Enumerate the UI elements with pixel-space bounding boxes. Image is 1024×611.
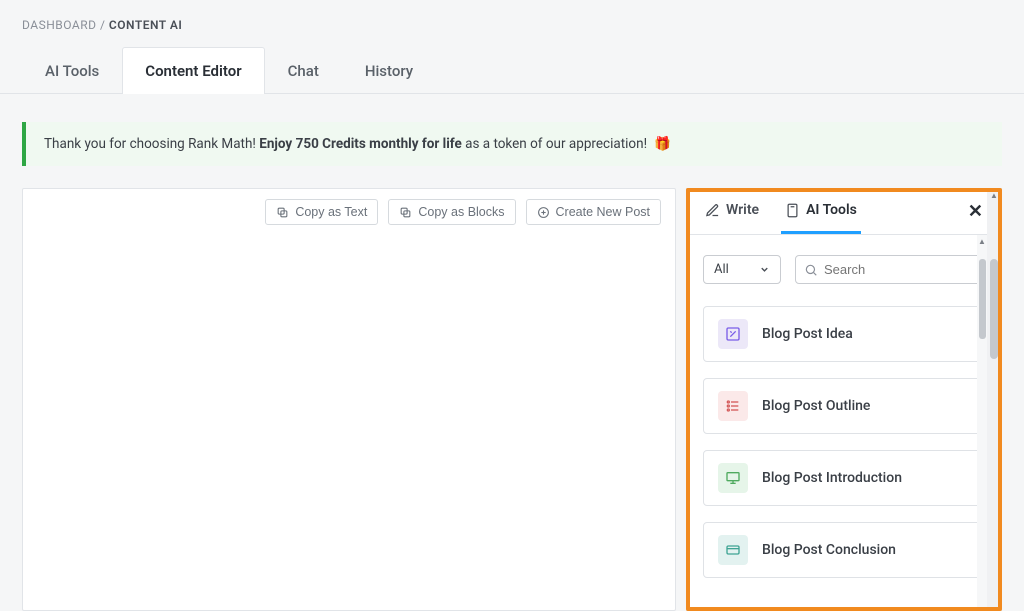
chevron-down-icon bbox=[759, 264, 770, 275]
outer-scrollbar[interactable]: ▲ bbox=[987, 189, 1001, 610]
create-new-post-button[interactable]: Create New Post bbox=[526, 199, 661, 225]
copy-as-blocks-button[interactable]: Copy as Blocks bbox=[388, 199, 515, 225]
tool-blog-post-outline[interactable]: Blog Post Outline bbox=[703, 378, 985, 434]
inner-scroll-thumb[interactable] bbox=[979, 259, 986, 339]
gift-icon: 🎁 bbox=[654, 136, 671, 152]
plus-circle-icon bbox=[537, 206, 550, 219]
side-tabs: Write AI Tools ✕ bbox=[687, 189, 1001, 235]
tab-content-editor[interactable]: Content Editor bbox=[122, 47, 264, 94]
copy-as-text-label: Copy as Text bbox=[295, 205, 367, 219]
copy-as-blocks-label: Copy as Blocks bbox=[418, 205, 504, 219]
breadcrumb-root[interactable]: DASHBOARD bbox=[22, 18, 96, 32]
ai-tools-icon bbox=[785, 203, 800, 218]
breadcrumb: DASHBOARD / CONTENT AI bbox=[22, 18, 1002, 32]
close-icon[interactable]: ✕ bbox=[964, 201, 987, 222]
breadcrumb-current: CONTENT AI bbox=[109, 18, 182, 32]
side-tab-ai-tools[interactable]: AI Tools bbox=[781, 189, 861, 234]
inner-scrollbar[interactable]: ▲ bbox=[977, 235, 987, 610]
search-input-wrapper[interactable]: / bbox=[795, 255, 1001, 284]
side-panel: Write AI Tools ✕ All bbox=[686, 188, 1002, 611]
side-tab-write-label: Write bbox=[726, 202, 759, 218]
tab-ai-tools[interactable]: AI Tools bbox=[22, 47, 122, 94]
tool-blog-post-conclusion[interactable]: Blog Post Conclusion bbox=[703, 522, 985, 578]
editor-toolbar: Copy as Text Copy as Blocks Create New P… bbox=[37, 199, 661, 233]
tool-label: Blog Post Idea bbox=[762, 326, 853, 342]
search-icon bbox=[804, 263, 818, 277]
scroll-up-arrow-icon[interactable]: ▲ bbox=[987, 189, 1001, 201]
monitor-icon bbox=[718, 463, 748, 493]
notice-bold: Enjoy 750 Credits monthly for life bbox=[259, 136, 462, 152]
notice-post: as a token of our appreciation! bbox=[462, 136, 651, 152]
outer-scroll-thumb[interactable] bbox=[990, 259, 998, 359]
notice-banner: Thank you for choosing Rank Math! Enjoy … bbox=[22, 122, 1002, 166]
tab-history[interactable]: History bbox=[342, 47, 436, 94]
editor-panel: Copy as Text Copy as Blocks Create New P… bbox=[22, 188, 676, 611]
editor-content-area[interactable] bbox=[37, 233, 661, 533]
create-new-post-label: Create New Post bbox=[556, 205, 650, 219]
tool-blog-post-introduction[interactable]: Blog Post Introduction bbox=[703, 450, 985, 506]
tool-label: Blog Post Conclusion bbox=[762, 542, 896, 558]
filter-select[interactable]: All bbox=[703, 255, 781, 284]
copy-as-text-button[interactable]: Copy as Text bbox=[265, 199, 378, 225]
tool-label: Blog Post Outline bbox=[762, 398, 870, 414]
tab-chat[interactable]: Chat bbox=[265, 47, 342, 94]
main-tabs: AI Tools Content Editor Chat History bbox=[0, 46, 1024, 94]
card-icon bbox=[718, 535, 748, 565]
search-input[interactable] bbox=[824, 256, 1000, 283]
side-tab-write[interactable]: Write bbox=[701, 189, 763, 234]
side-tab-ai-label: AI Tools bbox=[806, 202, 857, 218]
notice-pre: Thank you for choosing Rank Math! bbox=[44, 136, 259, 152]
filter-value: All bbox=[714, 262, 729, 277]
pencil-square-icon bbox=[718, 319, 748, 349]
list-icon bbox=[718, 391, 748, 421]
copy-icon bbox=[276, 206, 289, 219]
write-icon bbox=[705, 203, 720, 218]
tool-blog-post-idea[interactable]: Blog Post Idea bbox=[703, 306, 985, 362]
tool-label: Blog Post Introduction bbox=[762, 470, 902, 486]
copy-icon bbox=[399, 206, 412, 219]
breadcrumb-sep: / bbox=[100, 18, 105, 32]
scroll-up-arrow-icon[interactable]: ▲ bbox=[977, 237, 987, 246]
